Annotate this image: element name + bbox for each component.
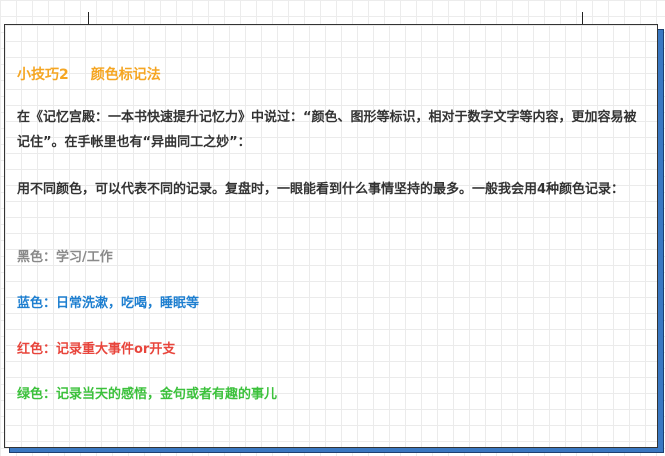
color-item-blue: 蓝色：日常洗漱，吃喝，睡眠等 <box>17 296 200 311</box>
color-item-red: 红色：记录重大事件or开支 <box>17 342 176 357</box>
title-name: 颜色标记法 <box>90 67 161 83</box>
title-number: 小技巧2 <box>17 67 69 83</box>
note-card: 小技巧2 颜色标记法 在《记忆宫殿：一本书快速提升记忆力》中说过：“颜色、图形等标… <box>4 24 658 448</box>
color-item-black: 黑色：学习/工作 <box>17 250 113 265</box>
paragraph-intro: 在《记忆宫殿：一本书快速提升记忆力》中说过：“颜色、图形等标识，相对于数字文字等… <box>17 110 637 150</box>
color-item-green: 绿色：记录当天的感悟，金句或者有趣的事儿 <box>17 387 278 402</box>
section-title: 小技巧2 颜色标记法 <box>17 63 647 88</box>
paragraph-colors: 用不同颜色，可以代表不同的记录。复盘时，一眼能看到什么事情坚持的最多。一般我会用… <box>17 182 625 197</box>
